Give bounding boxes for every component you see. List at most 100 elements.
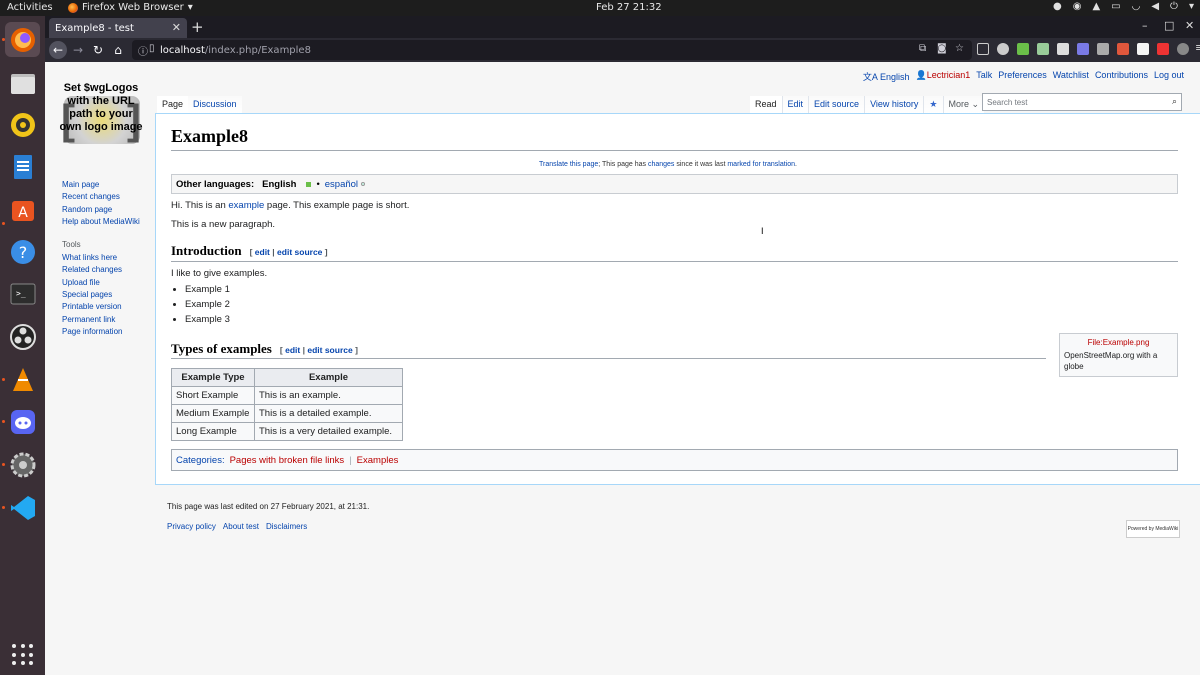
activities-button[interactable]: Activities (7, 2, 53, 13)
reload-button[interactable]: ↻ (89, 41, 107, 59)
contributions-link[interactable]: Contributions (1095, 70, 1148, 83)
extension-icon[interactable] (1177, 43, 1189, 55)
volume-icon[interactable]: ◀ (1151, 1, 1159, 12)
back-button[interactable]: ← (49, 41, 67, 59)
wifi-icon[interactable]: ◡ (1132, 1, 1141, 12)
site-logo[interactable]: [ ] Set $wgLogos with the URL path to yo… (59, 82, 143, 144)
tab-read[interactable]: Read (750, 96, 782, 114)
close-window-icon[interactable]: ✕ (1185, 19, 1194, 32)
marked-for-translation-link[interactable]: marked for translation (727, 161, 795, 168)
close-icon[interactable]: ✕ (172, 21, 181, 34)
discord-tray-icon[interactable]: ◉ (1073, 1, 1082, 12)
firefox-dock-icon[interactable] (5, 22, 40, 57)
maximize-icon[interactable]: □ (1164, 19, 1174, 32)
files-dock-icon[interactable] (5, 65, 40, 100)
new-tab-button[interactable]: + (191, 18, 204, 36)
sidebar-item-random-page[interactable]: Random page (62, 204, 157, 216)
more-menu[interactable]: More ⌄ (942, 96, 985, 114)
vlc-tray-icon[interactable]: ▲ (1092, 1, 1100, 12)
clock[interactable]: Feb 27 21:32 (596, 2, 662, 13)
reader-view-icon[interactable]: ⧉ (919, 43, 926, 54)
discord-dock-icon[interactable] (5, 404, 40, 439)
power-icon[interactable]: ⏻ (1170, 1, 1178, 12)
language-selector[interactable]: 文A English (863, 70, 910, 83)
language-link-espanol[interactable]: español (325, 179, 358, 190)
powered-by-mediawiki-badge[interactable]: Powered by MediaWiki (1126, 520, 1180, 538)
keyboard-icon[interactable]: ▭ (1111, 1, 1120, 12)
tab-edit[interactable]: Edit (781, 96, 809, 114)
broken-file-link[interactable]: File:Example.png (1060, 338, 1177, 347)
url-bar[interactable]: ⓘ ▯ localhost/index.php/Example8 ⧉ ◙ ☆ (132, 40, 972, 60)
terminal-dock-icon[interactable]: >_ (5, 276, 40, 311)
tab-view-history[interactable]: View history (864, 96, 924, 114)
categories-link[interactable]: Categories: (176, 455, 225, 466)
section-edit-source-link[interactable]: edit source (307, 345, 352, 355)
show-applications-button[interactable] (12, 644, 34, 666)
extension-icon[interactable] (1097, 43, 1109, 55)
extension-icon[interactable] (1157, 43, 1169, 55)
image-thumbnail: File:Example.png OpenStreetMap.org with … (1059, 333, 1178, 377)
footer-last-edited: This page was last edited on 27 February… (167, 502, 370, 511)
sidebar-item-special-pages[interactable]: Special pages (62, 289, 157, 301)
chevron-down-icon[interactable]: ▾ (1189, 1, 1194, 12)
tab-edit-source[interactable]: Edit source (808, 96, 865, 114)
section-edit-link[interactable]: edit (285, 345, 300, 355)
sidebar-item-what-links-here[interactable]: What links here (62, 252, 157, 264)
category-item[interactable]: Pages with broken file links (230, 455, 345, 466)
logout-link[interactable]: Log out (1154, 70, 1184, 83)
example-link[interactable]: example (228, 200, 264, 211)
extension-icon[interactable] (1137, 43, 1149, 55)
section-edit-source-link[interactable]: edit source (277, 247, 322, 257)
system-tray[interactable]: ● ◉ ▲ ▭ ◡ ◀ ⏻ ▾ (1053, 1, 1194, 12)
page-info-icon[interactable]: ⓘ (138, 43, 148, 58)
disclaimers-link[interactable]: Disclaimers (266, 522, 307, 531)
extension-icon[interactable] (1057, 43, 1069, 55)
search-icon[interactable]: ⌕ (1172, 96, 1177, 107)
category-item[interactable]: Examples (357, 455, 399, 466)
record-icon[interactable]: ● (1053, 1, 1062, 12)
sidebar-item-upload-file[interactable]: Upload file (62, 277, 157, 289)
vlc-dock-icon[interactable] (5, 362, 40, 397)
about-link[interactable]: About test (223, 522, 259, 531)
extension-icon[interactable] (1077, 43, 1089, 55)
forward-button[interactable]: → (69, 41, 87, 59)
sidebar-item-printable-version[interactable]: Printable version (62, 301, 157, 313)
home-button[interactable]: ⌂ (109, 41, 127, 59)
menu-icon[interactable]: ≡ (1195, 41, 1200, 54)
rhythmbox-dock-icon[interactable] (5, 107, 40, 142)
sidebar-item-main-page[interactable]: Main page (62, 179, 157, 191)
watchlist-link[interactable]: Watchlist (1053, 70, 1089, 83)
tab-page[interactable]: Page (157, 96, 189, 114)
sidebar-item-permanent-link[interactable]: Permanent link (62, 314, 157, 326)
bookmark-star-icon[interactable]: ☆ (955, 43, 964, 54)
translate-page-link[interactable]: Translate this page (539, 161, 598, 168)
settings-dock-icon[interactable] (5, 447, 40, 482)
sidebar-item-recent-changes[interactable]: Recent changes (62, 191, 157, 203)
browser-tab[interactable]: Example8 - test ✕ (49, 18, 187, 38)
extension-icon[interactable] (1017, 43, 1029, 55)
tab-discussion[interactable]: Discussion (188, 96, 242, 114)
minimize-icon[interactable]: – (1142, 19, 1148, 32)
writer-dock-icon[interactable] (5, 149, 40, 184)
pocket-icon[interactable]: ◙ (937, 43, 947, 54)
search-input[interactable]: Search test ⌕ (982, 93, 1182, 111)
user-page-link[interactable]: 👤Lectrician1 (915, 70, 970, 83)
watch-star-icon[interactable]: ★ (923, 96, 943, 114)
sidebar-item-page-information[interactable]: Page information (62, 326, 157, 338)
talk-link[interactable]: Talk (976, 70, 992, 83)
account-icon[interactable] (997, 43, 1009, 55)
extension-icon[interactable] (1037, 43, 1049, 55)
preferences-link[interactable]: Preferences (998, 70, 1047, 83)
help-dock-icon[interactable]: ? (5, 234, 40, 269)
sidebar-item-help[interactable]: Help about MediaWiki (62, 216, 157, 228)
extension-icon[interactable] (1117, 43, 1129, 55)
library-icon[interactable] (977, 43, 989, 55)
obs-dock-icon[interactable] (5, 319, 40, 354)
changes-link[interactable]: changes (648, 161, 674, 168)
sidebar-item-related-changes[interactable]: Related changes (62, 264, 157, 276)
vscode-dock-icon[interactable] (5, 490, 40, 525)
app-menu[interactable]: Firefox Web Browser ▾ (68, 2, 193, 13)
software-dock-icon[interactable]: A (5, 192, 40, 227)
privacy-policy-link[interactable]: Privacy policy (167, 522, 216, 531)
section-edit-link[interactable]: edit (255, 247, 270, 257)
